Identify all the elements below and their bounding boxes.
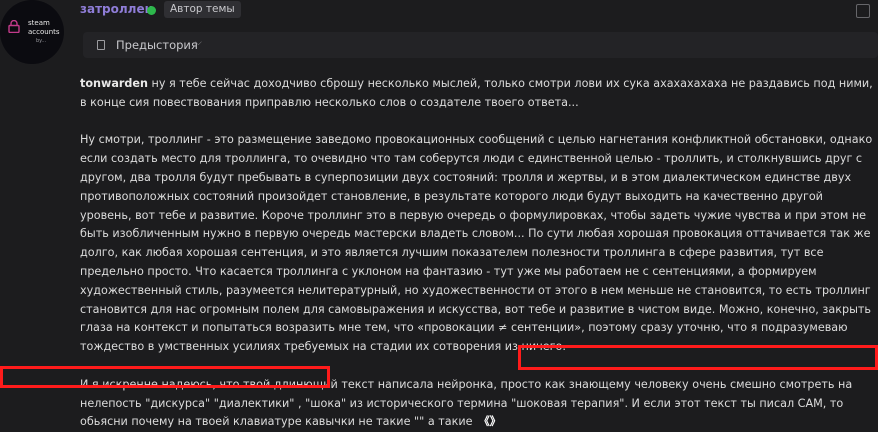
square-icon[interactable] [856,4,870,18]
lock-icon [8,20,20,33]
author-badge: Автор темы [164,1,241,18]
post-paragraph-1: tonwarden ну я тебе сейчас доходчиво сбр… [80,75,875,113]
avatar-text-line3: by... [36,38,47,44]
user-mention-link[interactable]: tonwarden [80,77,148,90]
quote-marks-icon: 《》 [478,415,501,429]
avatar-text-line2: accounts [28,28,60,36]
username-link[interactable]: затроллен [80,2,153,16]
highlight-box-lower [0,366,330,388]
prehistory-label: Предыстория [116,38,198,52]
prehistory-toggle[interactable]: Предыстория ⌵ [83,32,878,58]
highlight-box-upper [518,345,878,370]
post-paragraph-2: Ну смотри, троллинг - это размещение зав… [80,133,873,354]
online-status-icon [147,6,156,15]
avatar-text-line1: steam [28,19,50,27]
chevron-down-icon: ⌵ [195,38,202,48]
paragraph-1-text: ну я тебе сейчас доходчиво сброшу нескол… [80,77,873,109]
avatar[interactable]: steam accounts by... [0,0,64,64]
document-icon [97,40,105,50]
